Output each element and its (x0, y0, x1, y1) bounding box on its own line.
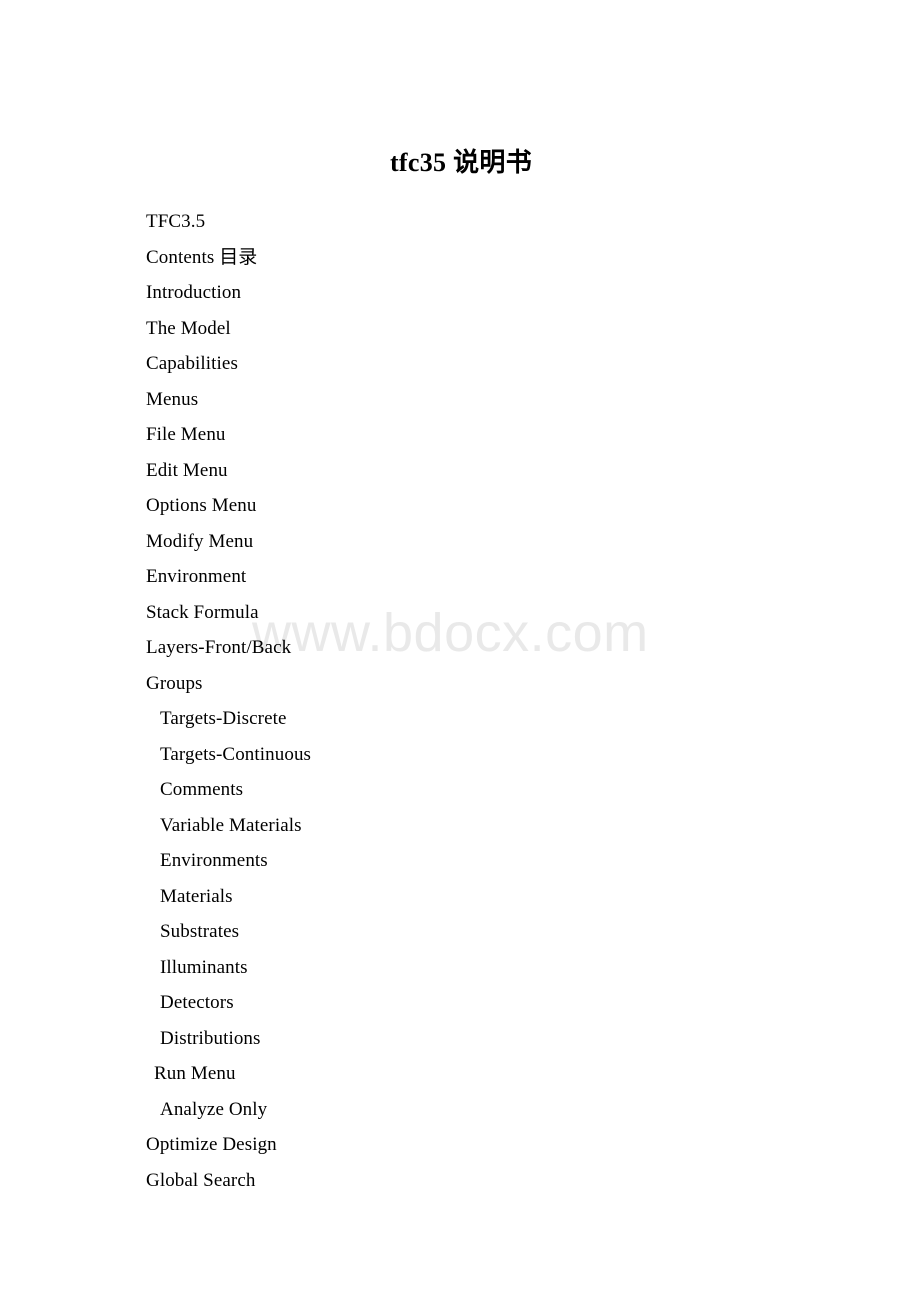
toc-entry[interactable]: Variable Materials (0, 808, 920, 844)
toc-entry[interactable]: Targets-Continuous (0, 737, 920, 773)
page-title: tfc35 说明书 (389, 148, 533, 177)
toc-entry[interactable]: Groups (0, 666, 920, 702)
toc-entry[interactable]: Targets-Discrete (0, 701, 920, 737)
toc-entry[interactable]: Options Menu (0, 488, 920, 524)
toc-entry[interactable]: Global Search (0, 1163, 920, 1199)
toc-entry[interactable]: Detectors (0, 985, 920, 1021)
toc-entry[interactable]: Capabilities (0, 346, 920, 382)
document-body: tfc35 说明书 TFC3.5 Contents 目录 Introduction T… (0, 0, 920, 1198)
toc-entry[interactable]: Substrates (0, 914, 920, 950)
toc-entry[interactable]: File Menu (0, 417, 920, 453)
toc-entry[interactable]: Materials (0, 879, 920, 915)
toc-entry[interactable]: Distributions (0, 1021, 920, 1057)
toc-entry[interactable]: Layers-Front/Back (0, 630, 920, 666)
toc-entry[interactable]: Environments (0, 843, 920, 879)
table-of-contents: TFC3.5 Contents 目录 Introduction The Model Ca… (0, 204, 920, 1198)
toc-entry[interactable]: Edit Menu (0, 453, 920, 489)
toc-entry[interactable]: Comments (0, 772, 920, 808)
toc-entry[interactable]: Optimize Design (0, 1127, 920, 1163)
toc-entry[interactable]: Environment (0, 559, 920, 595)
toc-entry[interactable]: The Model (0, 311, 920, 347)
toc-entry[interactable]: Contents 目录 (0, 240, 920, 276)
toc-entry[interactable]: TFC3.5 (0, 204, 920, 240)
toc-entry[interactable]: Menus (0, 382, 920, 418)
toc-entry[interactable]: Stack Formula (0, 595, 920, 631)
toc-entry[interactable]: Analyze Only (0, 1092, 920, 1128)
document-page: www.bdocx.com tfc35 说明书 TFC3.5 Contents 目… (0, 0, 920, 1302)
toc-entry[interactable]: Modify Menu (0, 524, 920, 560)
toc-entry[interactable]: Run Menu (0, 1056, 920, 1092)
toc-entry[interactable]: Introduction (0, 275, 920, 311)
toc-entry[interactable]: Illuminants (0, 950, 920, 986)
